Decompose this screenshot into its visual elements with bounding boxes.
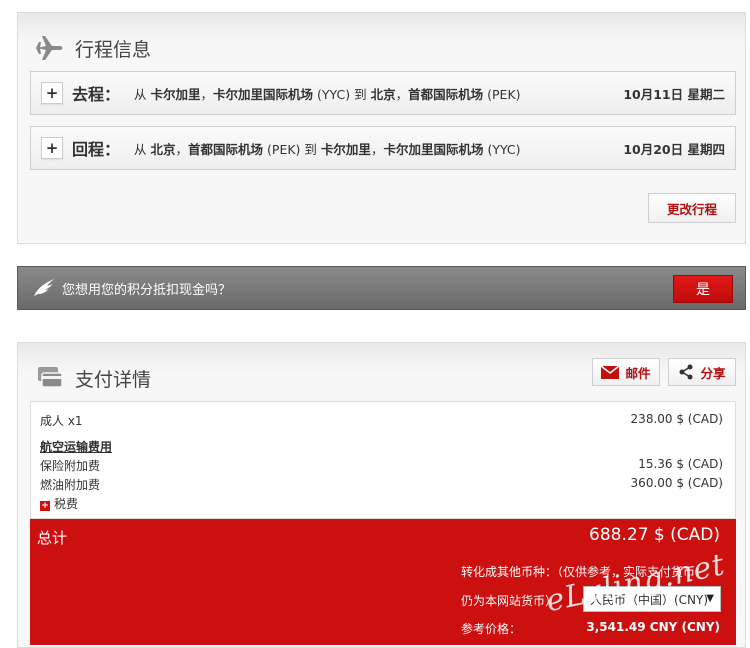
outbound-date: 10月11日 星期二	[623, 86, 725, 102]
itinerary-panel: 行程信息 + 去程： 从 卡尔加里，卡尔加里国际机场 (YYC) 到 北京，首都…	[17, 12, 746, 244]
change-itinerary-button[interactable]: 更改行程	[648, 193, 736, 223]
route-to-city: 北京	[370, 86, 396, 102]
reference-price-value: 3,541.49 CNY (CNY)	[586, 620, 720, 634]
outbound-route: 从 卡尔加里，卡尔加里国际机场 (YYC) 到 北京，首都国际机场 (PEK)	[134, 84, 521, 103]
fuel-surcharge-row: 燃油附加费 360.00 $ (CAD)	[40, 476, 723, 493]
return-label: 回程：	[72, 140, 121, 159]
adult-value: 238.00 $ (CAD)	[630, 412, 723, 426]
wing-icon	[34, 279, 54, 296]
outbound-leg-row[interactable]: + 去程： 从 卡尔加里，卡尔加里国际机场 (YYC) 到 北京，首都国际机场 …	[30, 71, 736, 115]
email-button[interactable]: 邮件	[592, 358, 660, 386]
convert-note-line2: 仍为本网站货币）	[461, 594, 558, 608]
route-to-city: 卡尔加里	[320, 141, 371, 157]
route-to-airport: 卡尔加里国际机场	[383, 141, 484, 157]
route-to-airport: 首都国际机场	[408, 86, 484, 102]
share-button[interactable]: 分享	[668, 358, 736, 386]
email-label: 邮件	[625, 365, 651, 381]
adult-label: 成人 x1	[40, 414, 83, 428]
route-to-word: 到	[304, 141, 317, 157]
tax-label: 税费	[54, 497, 79, 511]
route-to-code: (PEK)	[487, 86, 521, 102]
reference-price-label: 参考价格：	[461, 622, 522, 636]
tax-toggle[interactable]: + 税费	[40, 495, 78, 512]
total-label: 总计	[37, 529, 68, 547]
payment-header: 支付详情	[35, 363, 151, 393]
route-separator: ，	[370, 141, 384, 157]
route-from-code: (PEK)	[267, 141, 301, 157]
points-yes-button[interactable]: 是	[673, 275, 733, 303]
points-question: 您想用您的积分抵扣现金吗？	[62, 282, 232, 298]
fuel-value: 360.00 $ (CAD)	[630, 476, 723, 490]
route-from-airport: 首都国际机场	[188, 141, 264, 157]
route-separator: ，	[395, 86, 409, 102]
total-value: 688.27 $ (CAD)	[589, 525, 720, 545]
credit-card-icon	[38, 367, 63, 388]
fare-breakdown: 成人 x1 238.00 $ (CAD) 航空运输费用 保险附加费 15.36 …	[30, 401, 736, 519]
adult-fare-row: 成人 x1 238.00 $ (CAD)	[40, 412, 723, 429]
route-from-city: 北京	[150, 141, 176, 157]
dropdown-arrow-icon[interactable]: ▼	[706, 593, 714, 604]
return-date: 10月20日 星期四	[623, 141, 725, 157]
category-label: 航空运输费用	[40, 440, 113, 454]
route-from-airport: 卡尔加里国际机场	[213, 86, 314, 102]
share-icon	[679, 364, 693, 380]
return-leg-row[interactable]: + 回程： 从 北京，首都国际机场 (PEK) 到 卡尔加里，卡尔加里国际机场 …	[30, 126, 736, 170]
route-separator: ，	[200, 86, 214, 102]
route-from-code: (YYC)	[317, 86, 351, 102]
payment-panel: 支付详情 邮件 分享 成人 x1 238.00 $ (CAD) 航空运输费用 保…	[17, 342, 746, 648]
expand-tax-icon[interactable]: +	[40, 501, 50, 511]
route-separator: ，	[175, 141, 189, 157]
fuel-label: 燃油附加费	[40, 478, 101, 492]
airplane-icon	[36, 36, 63, 60]
share-label: 分享	[700, 365, 726, 381]
itinerary-header: 行程信息	[35, 33, 151, 63]
tax-row[interactable]: + 税费	[40, 495, 723, 512]
route-from-word: 从	[134, 141, 147, 157]
payment-title: 支付详情	[75, 368, 152, 391]
air-transport-category: 航空运输费用	[40, 438, 723, 455]
insurance-value: 15.36 $ (CAD)	[638, 457, 723, 471]
insurance-label: 保险附加费	[40, 459, 101, 473]
envelope-icon	[601, 365, 620, 379]
outbound-label: 去程：	[72, 85, 121, 104]
route-to-code: (YYC)	[487, 141, 521, 157]
return-route: 从 北京，首都国际机场 (PEK) 到 卡尔加里，卡尔加里国际机场 (YYC)	[134, 139, 521, 158]
points-redeem-bar: 您想用您的积分抵扣现金吗？ 是	[17, 266, 746, 310]
route-from-word: 从	[134, 86, 147, 102]
itinerary-title: 行程信息	[75, 38, 152, 61]
insurance-row: 保险附加费 15.36 $ (CAD)	[40, 457, 723, 474]
expand-outbound-button[interactable]: +	[41, 82, 63, 104]
expand-return-button[interactable]: +	[41, 137, 63, 159]
route-from-city: 卡尔加里	[150, 86, 201, 102]
route-to-word: 到	[354, 86, 367, 102]
